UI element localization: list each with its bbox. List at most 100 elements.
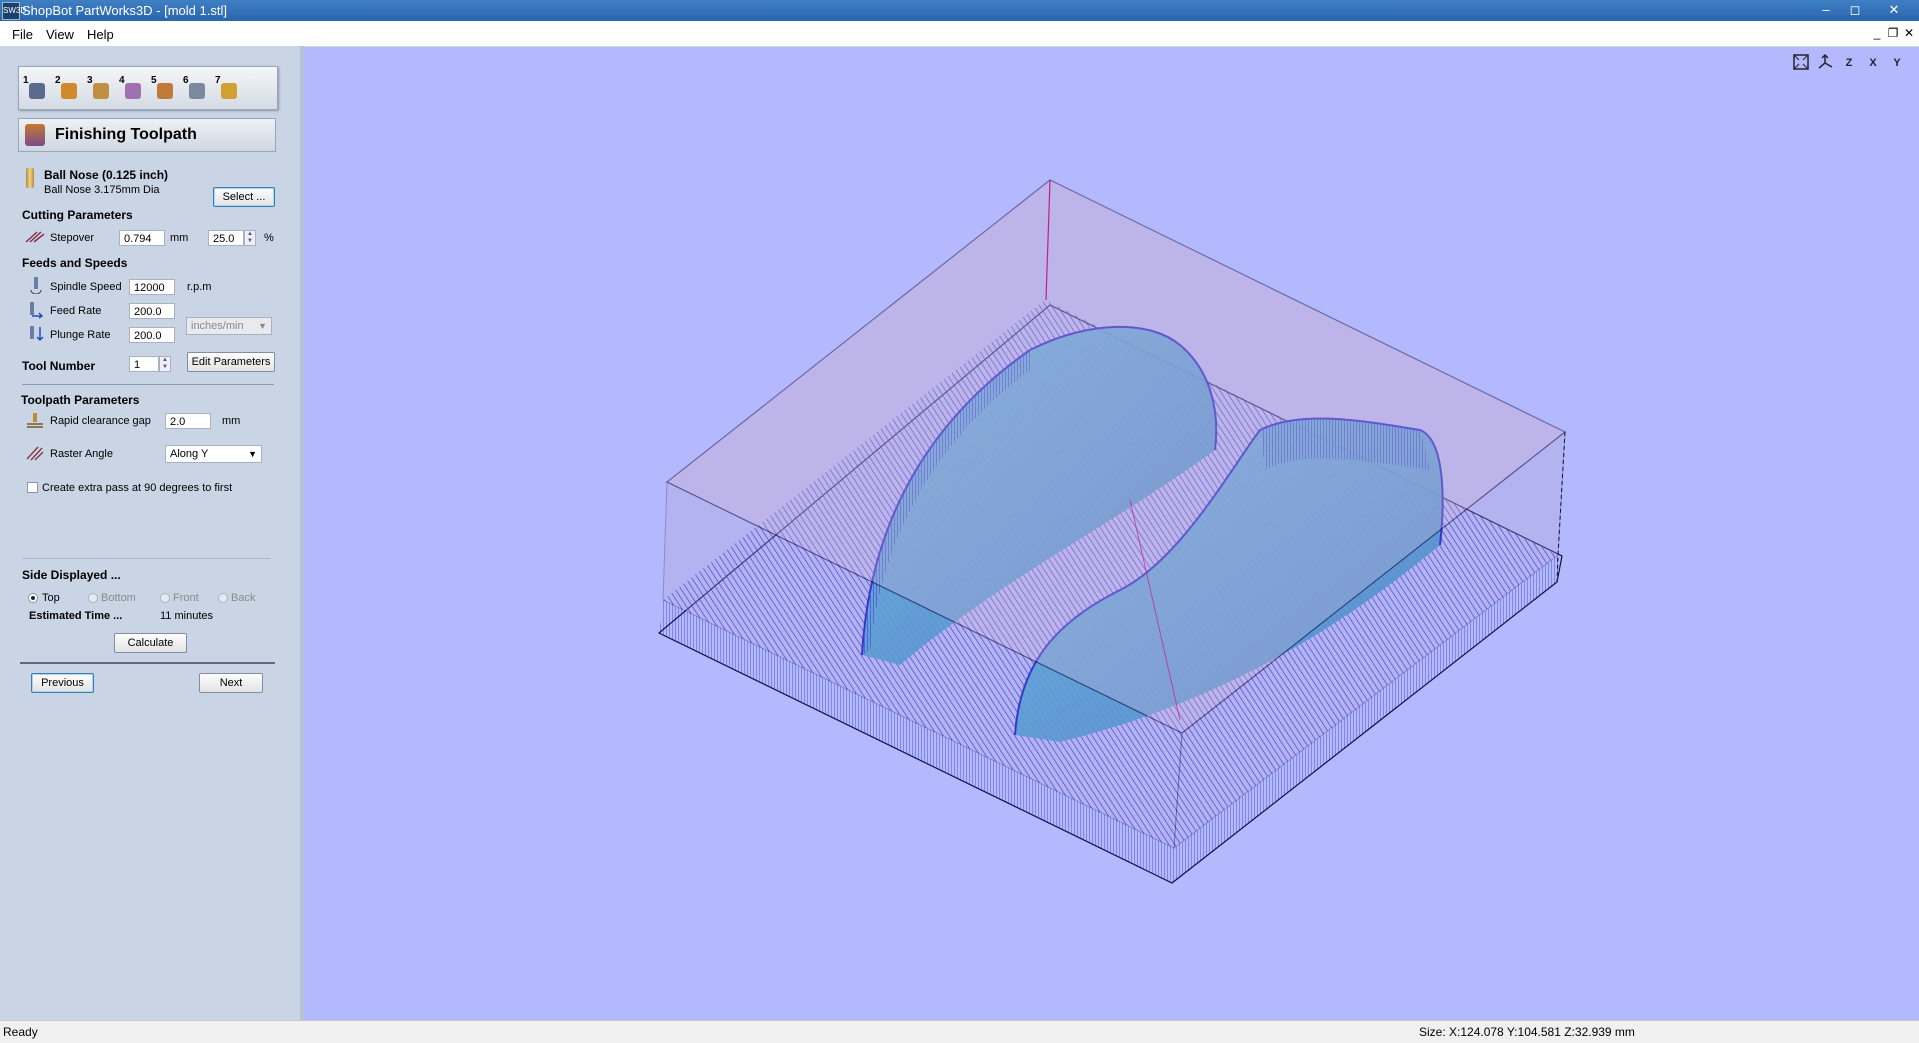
raster-angle-select[interactable]: Along Y ▼	[165, 445, 262, 463]
feed-rate-icon	[28, 301, 44, 317]
spindle-speed-input[interactable]: 12000	[129, 279, 175, 295]
finishing-toolpath-icon	[25, 124, 45, 146]
side-front-radio[interactable]	[160, 593, 170, 603]
plunge-rate-icon	[28, 325, 44, 341]
mdi-close-button[interactable]: ✕	[1902, 26, 1916, 40]
step-number: 6	[183, 75, 189, 86]
mdi-minimize-button[interactable]: _	[1870, 26, 1884, 40]
previous-button[interactable]: Previous	[31, 673, 94, 693]
3d-viewport[interactable]: Z X Y	[304, 47, 1919, 1020]
step-4-button[interactable]: 4	[119, 77, 145, 101]
step-5-icon	[157, 83, 173, 99]
stepover-percent-input[interactable]: 25.0	[208, 230, 244, 246]
menu-view[interactable]: View	[46, 27, 74, 42]
step-4-icon	[125, 83, 141, 99]
section-divider	[22, 558, 270, 559]
side-bottom-radio[interactable]	[88, 593, 98, 603]
step-2-icon	[61, 83, 77, 99]
raster-angle-icon	[26, 445, 42, 461]
edit-parameters-button[interactable]: Edit Parameters	[187, 352, 275, 372]
app-icon: SW3D	[2, 2, 20, 20]
window-minimize-button[interactable]: –	[1815, 1, 1837, 19]
rapid-clearance-label: Rapid clearance gap	[50, 415, 151, 427]
step-7-button[interactable]: 7	[215, 77, 241, 101]
status-bar: Ready Size: X:124.078 Y:104.581 Z:32.939…	[0, 1020, 1919, 1043]
chevron-down-icon: ▼	[248, 446, 257, 462]
side-back-radio[interactable]	[218, 593, 228, 603]
side-back-label: Back	[231, 592, 255, 604]
section-divider	[20, 662, 275, 664]
step-number: 2	[55, 75, 61, 86]
step-number: 3	[87, 75, 93, 86]
tool-description: Ball Nose 3.175mm Dia	[44, 184, 160, 196]
feed-rate-label: Feed Rate	[50, 305, 101, 317]
panel-heading: Finishing Toolpath	[18, 118, 276, 152]
stepover-mm-input[interactable]: 0.794	[119, 230, 165, 246]
step-6-button[interactable]: 6	[183, 77, 209, 101]
step-2-button[interactable]: 2	[55, 77, 81, 101]
window-close-button[interactable]: ✕	[1883, 1, 1905, 19]
feeds-speeds-heading: Feeds and Speeds	[22, 256, 127, 270]
side-bottom-label: Bottom	[101, 592, 136, 604]
step-5-button[interactable]: 5	[151, 77, 177, 101]
step-number: 7	[215, 75, 221, 86]
raster-angle-label: Raster Angle	[50, 448, 113, 460]
stepover-icon	[25, 230, 41, 246]
side-displayed-heading: Side Displayed ...	[22, 568, 121, 582]
extra-pass-checkbox[interactable]	[27, 482, 38, 493]
chevron-down-icon: ▼	[258, 318, 267, 334]
tool-number-spinner[interactable]: ▲▼	[159, 356, 171, 372]
stepover-percent-spinner[interactable]: ▲▼	[244, 230, 256, 246]
step-1-icon	[29, 83, 45, 99]
raster-angle-value: Along Y	[170, 448, 208, 460]
toolpath-panel: 1 2 3 4 5 6 7 Finishing Toolpath Ball No…	[0, 46, 304, 1020]
step-number: 1	[23, 75, 29, 86]
rapid-clearance-icon	[26, 412, 42, 428]
toolpath-parameters-heading: Toolpath Parameters	[21, 393, 139, 407]
side-top-radio[interactable]	[28, 593, 38, 603]
panel-title: Finishing Toolpath	[55, 126, 197, 144]
tool-number-input[interactable]: 1	[129, 356, 159, 372]
calculate-button[interactable]: Calculate	[114, 633, 187, 653]
plunge-rate-input[interactable]: 200.0	[129, 327, 175, 343]
tool-name: Ball Nose (0.125 inch)	[44, 168, 168, 182]
step-number: 5	[151, 75, 157, 86]
step-1-button[interactable]: 1	[23, 77, 49, 101]
next-button[interactable]: Next	[199, 673, 263, 693]
feed-rate-input[interactable]: 200.0	[129, 303, 175, 319]
estimated-time-value: 11 minutes	[160, 610, 213, 622]
toolpath-3d-render	[304, 47, 1919, 1020]
wizard-steps-bar: 1 2 3 4 5 6 7	[18, 66, 278, 110]
rapid-clearance-unit: mm	[222, 415, 240, 427]
window-title: ShopBot PartWorks3D - [mold 1.stl]	[22, 3, 227, 18]
mdi-restore-button[interactable]: ❐	[1886, 26, 1900, 40]
model-size-readout: Size: X:124.078 Y:104.581 Z:32.939 mm	[1419, 1025, 1635, 1039]
side-top-label: Top	[42, 592, 60, 604]
step-6-icon	[189, 83, 205, 99]
step-3-icon	[93, 83, 109, 99]
spindle-speed-unit: r.p.m	[187, 281, 211, 293]
rate-units-value: inches/min	[191, 320, 244, 332]
title-bar: SW3D ShopBot PartWorks3D - [mold 1.stl] …	[0, 0, 1919, 21]
ball-nose-tool-icon	[26, 168, 34, 188]
percent-symbol: %	[264, 232, 274, 244]
tool-number-label: Tool Number	[22, 359, 95, 373]
section-divider	[22, 384, 274, 385]
window-maximize-button[interactable]: ◻	[1844, 1, 1866, 19]
step-number: 4	[119, 75, 125, 86]
menu-bar: File View Help _ ❐ ✕	[0, 21, 1919, 47]
rate-units-select[interactable]: inches/min ▼	[186, 317, 272, 335]
stepover-label: Stepover	[50, 232, 94, 244]
status-text: Ready	[3, 1025, 38, 1039]
step-3-button[interactable]: 3	[87, 77, 113, 101]
menu-help[interactable]: Help	[87, 27, 114, 42]
select-tool-button[interactable]: Select ...	[213, 187, 275, 207]
rapid-clearance-input[interactable]: 2.0	[165, 413, 211, 429]
spindle-speed-label: Spindle Speed	[50, 281, 122, 293]
menu-file[interactable]: File	[12, 27, 33, 42]
side-front-label: Front	[173, 592, 199, 604]
stepover-unit: mm	[170, 232, 188, 244]
step-7-icon	[221, 83, 237, 99]
extra-pass-label: Create extra pass at 90 degrees to first	[42, 482, 232, 494]
spindle-speed-icon	[28, 276, 44, 292]
